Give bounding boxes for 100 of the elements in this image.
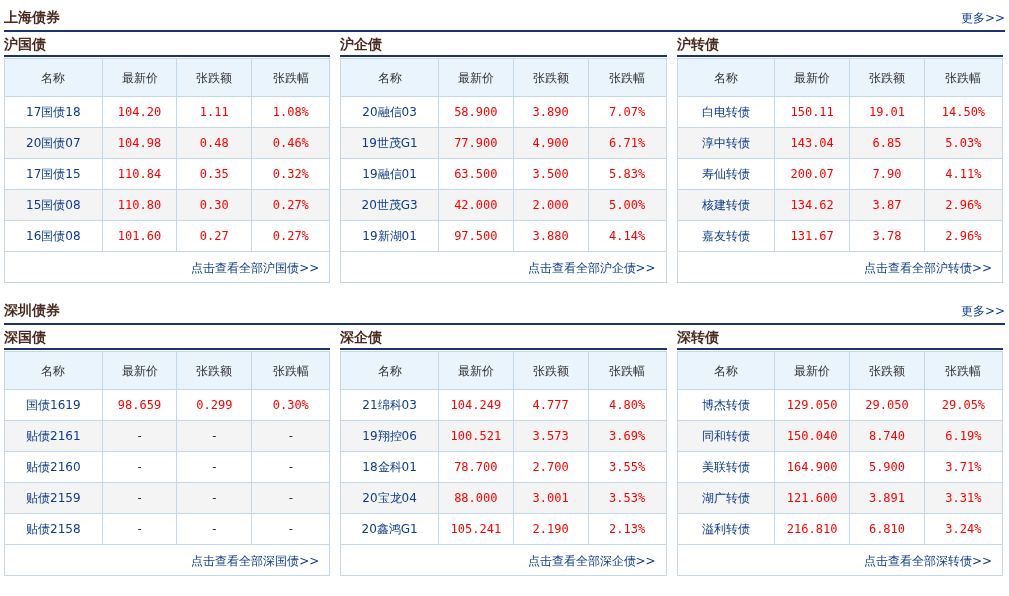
- change-cell: 4.900: [513, 127, 589, 159]
- change-cell: 3.78: [849, 220, 925, 252]
- view-all-link[interactable]: 点击查看全部沪转债>>: [863, 260, 992, 275]
- bond-name-link[interactable]: 博杰转债: [677, 389, 775, 421]
- price-cell: 110.84: [102, 158, 177, 190]
- column-header: 张跌幅: [251, 58, 330, 97]
- price-cell: 98.659: [102, 389, 177, 421]
- price-cell: -: [102, 451, 177, 483]
- change-percent-cell: 5.03%: [924, 127, 1003, 159]
- column-header: 张跌额: [513, 351, 589, 390]
- change-cell: -: [176, 420, 252, 452]
- bond-name-link[interactable]: 19世茂G1: [340, 127, 439, 159]
- bond-name-link[interactable]: 寿仙转债: [677, 158, 775, 190]
- change-cell: -: [176, 451, 252, 483]
- bond-name-link[interactable]: 贴债2159: [4, 482, 103, 514]
- bond-name-link[interactable]: 20宝龙04: [340, 482, 439, 514]
- change-percent-cell: 3.31%: [924, 482, 1003, 514]
- column-header: 张跌额: [849, 58, 925, 97]
- change-cell: 3.890: [513, 96, 589, 128]
- view-all-link[interactable]: 点击查看全部沪国债>>: [191, 260, 320, 275]
- bond-name-link[interactable]: 白电转债: [677, 96, 775, 128]
- change-cell: 4.777: [513, 389, 589, 421]
- change-cell: 8.740: [849, 420, 925, 452]
- price-cell: 131.67: [774, 220, 850, 252]
- bond-name-link[interactable]: 贴债2158: [4, 513, 103, 545]
- bond-name-link[interactable]: 19融信01: [340, 158, 439, 190]
- column-header: 最新价: [102, 351, 177, 390]
- column-header: 张跌幅: [924, 351, 1003, 390]
- change-cell: 5.900: [849, 451, 925, 483]
- change-percent-cell: 3.53%: [588, 482, 667, 514]
- bond-name-link[interactable]: 19新湖01: [340, 220, 439, 252]
- bond-name-link[interactable]: 21绵科03: [340, 389, 439, 421]
- bond-name-link[interactable]: 核建转债: [677, 189, 775, 221]
- change-cell: 0.27: [176, 220, 252, 252]
- price-cell: 200.07: [774, 158, 850, 190]
- view-all-link[interactable]: 点击查看全部沪企债>>: [527, 260, 656, 275]
- change-cell: -: [176, 482, 252, 514]
- change-cell: 0.35: [176, 158, 252, 190]
- change-percent-cell: 0.32%: [251, 158, 330, 190]
- bond-name-link[interactable]: 20世茂G3: [340, 189, 439, 221]
- more-link[interactable]: 更多>>: [960, 304, 1005, 318]
- price-cell: 104.249: [438, 389, 514, 421]
- price-cell: 104.20: [102, 96, 177, 128]
- change-cell: 2.000: [513, 189, 589, 221]
- price-cell: 78.700: [438, 451, 514, 483]
- bond-name-link[interactable]: 20鑫鸿G1: [340, 513, 439, 545]
- bond-name-link[interactable]: 美联转债: [677, 451, 775, 483]
- bond-name-link[interactable]: 嘉友转债: [677, 220, 775, 252]
- change-percent-cell: 5.00%: [588, 189, 667, 221]
- change-percent-cell: 4.14%: [588, 220, 667, 252]
- change-cell: 3.891: [849, 482, 925, 514]
- change-percent-cell: 2.13%: [588, 513, 667, 545]
- bond-name-link[interactable]: 15国债08: [4, 189, 103, 221]
- change-percent-cell: 0.46%: [251, 127, 330, 159]
- change-percent-cell: 14.50%: [924, 96, 1003, 128]
- bond-name-link[interactable]: 20融信03: [340, 96, 439, 128]
- change-cell: -: [176, 513, 252, 545]
- column-header: 张跌额: [513, 58, 589, 97]
- bond-name-link[interactable]: 18金科01: [340, 451, 439, 483]
- change-cell: 1.11: [176, 96, 252, 128]
- change-cell: 3.880: [513, 220, 589, 252]
- bond-name-link[interactable]: 淳中转债: [677, 127, 775, 159]
- change-cell: 3.500: [513, 158, 589, 190]
- change-cell: 6.810: [849, 513, 925, 545]
- price-cell: 110.80: [102, 189, 177, 221]
- price-cell: 101.60: [102, 220, 177, 252]
- change-percent-cell: 0.30%: [251, 389, 330, 421]
- column-header: 最新价: [438, 58, 514, 97]
- view-all-link[interactable]: 点击查看全部深企债>>: [527, 553, 656, 568]
- price-cell: 216.810: [774, 513, 850, 545]
- change-cell: 19.01: [849, 96, 925, 128]
- change-cell: 3.001: [513, 482, 589, 514]
- bond-name-link[interactable]: 19翔控06: [340, 420, 439, 452]
- change-percent-cell: 1.08%: [251, 96, 330, 128]
- bond-name-link[interactable]: 湖广转债: [677, 482, 775, 514]
- bond-name-link[interactable]: 同和转债: [677, 420, 775, 452]
- price-cell: -: [102, 482, 177, 514]
- column-header: 最新价: [774, 58, 850, 97]
- column-header: 张跌幅: [251, 351, 330, 390]
- bond-name-link[interactable]: 17国债15: [4, 158, 103, 190]
- view-all-link[interactable]: 点击查看全部深转债>>: [863, 553, 992, 568]
- view-all-link[interactable]: 点击查看全部深国债>>: [191, 553, 320, 568]
- bond-name-link[interactable]: 16国债08: [4, 220, 103, 252]
- bond-name-link[interactable]: 贴债2161: [4, 420, 103, 452]
- price-cell: 100.521: [438, 420, 514, 452]
- column-header: 名称: [4, 58, 103, 97]
- price-cell: 42.000: [438, 189, 514, 221]
- bond-name-link[interactable]: 溢利转债: [677, 513, 775, 545]
- bond-name-link[interactable]: 20国债07: [4, 127, 103, 159]
- more-link[interactable]: 更多>>: [960, 11, 1005, 25]
- bond-name-link[interactable]: 17国债18: [4, 96, 103, 128]
- price-cell: -: [102, 420, 177, 452]
- bond-name-link[interactable]: 国债1619: [4, 389, 103, 421]
- bond-name-link[interactable]: 贴债2160: [4, 451, 103, 483]
- price-cell: 164.900: [774, 451, 850, 483]
- change-percent-cell: 3.24%: [924, 513, 1003, 545]
- column-header: 张跌幅: [588, 58, 667, 97]
- change-percent-cell: 5.83%: [588, 158, 667, 190]
- price-cell: 143.04: [774, 127, 850, 159]
- price-cell: 150.040: [774, 420, 850, 452]
